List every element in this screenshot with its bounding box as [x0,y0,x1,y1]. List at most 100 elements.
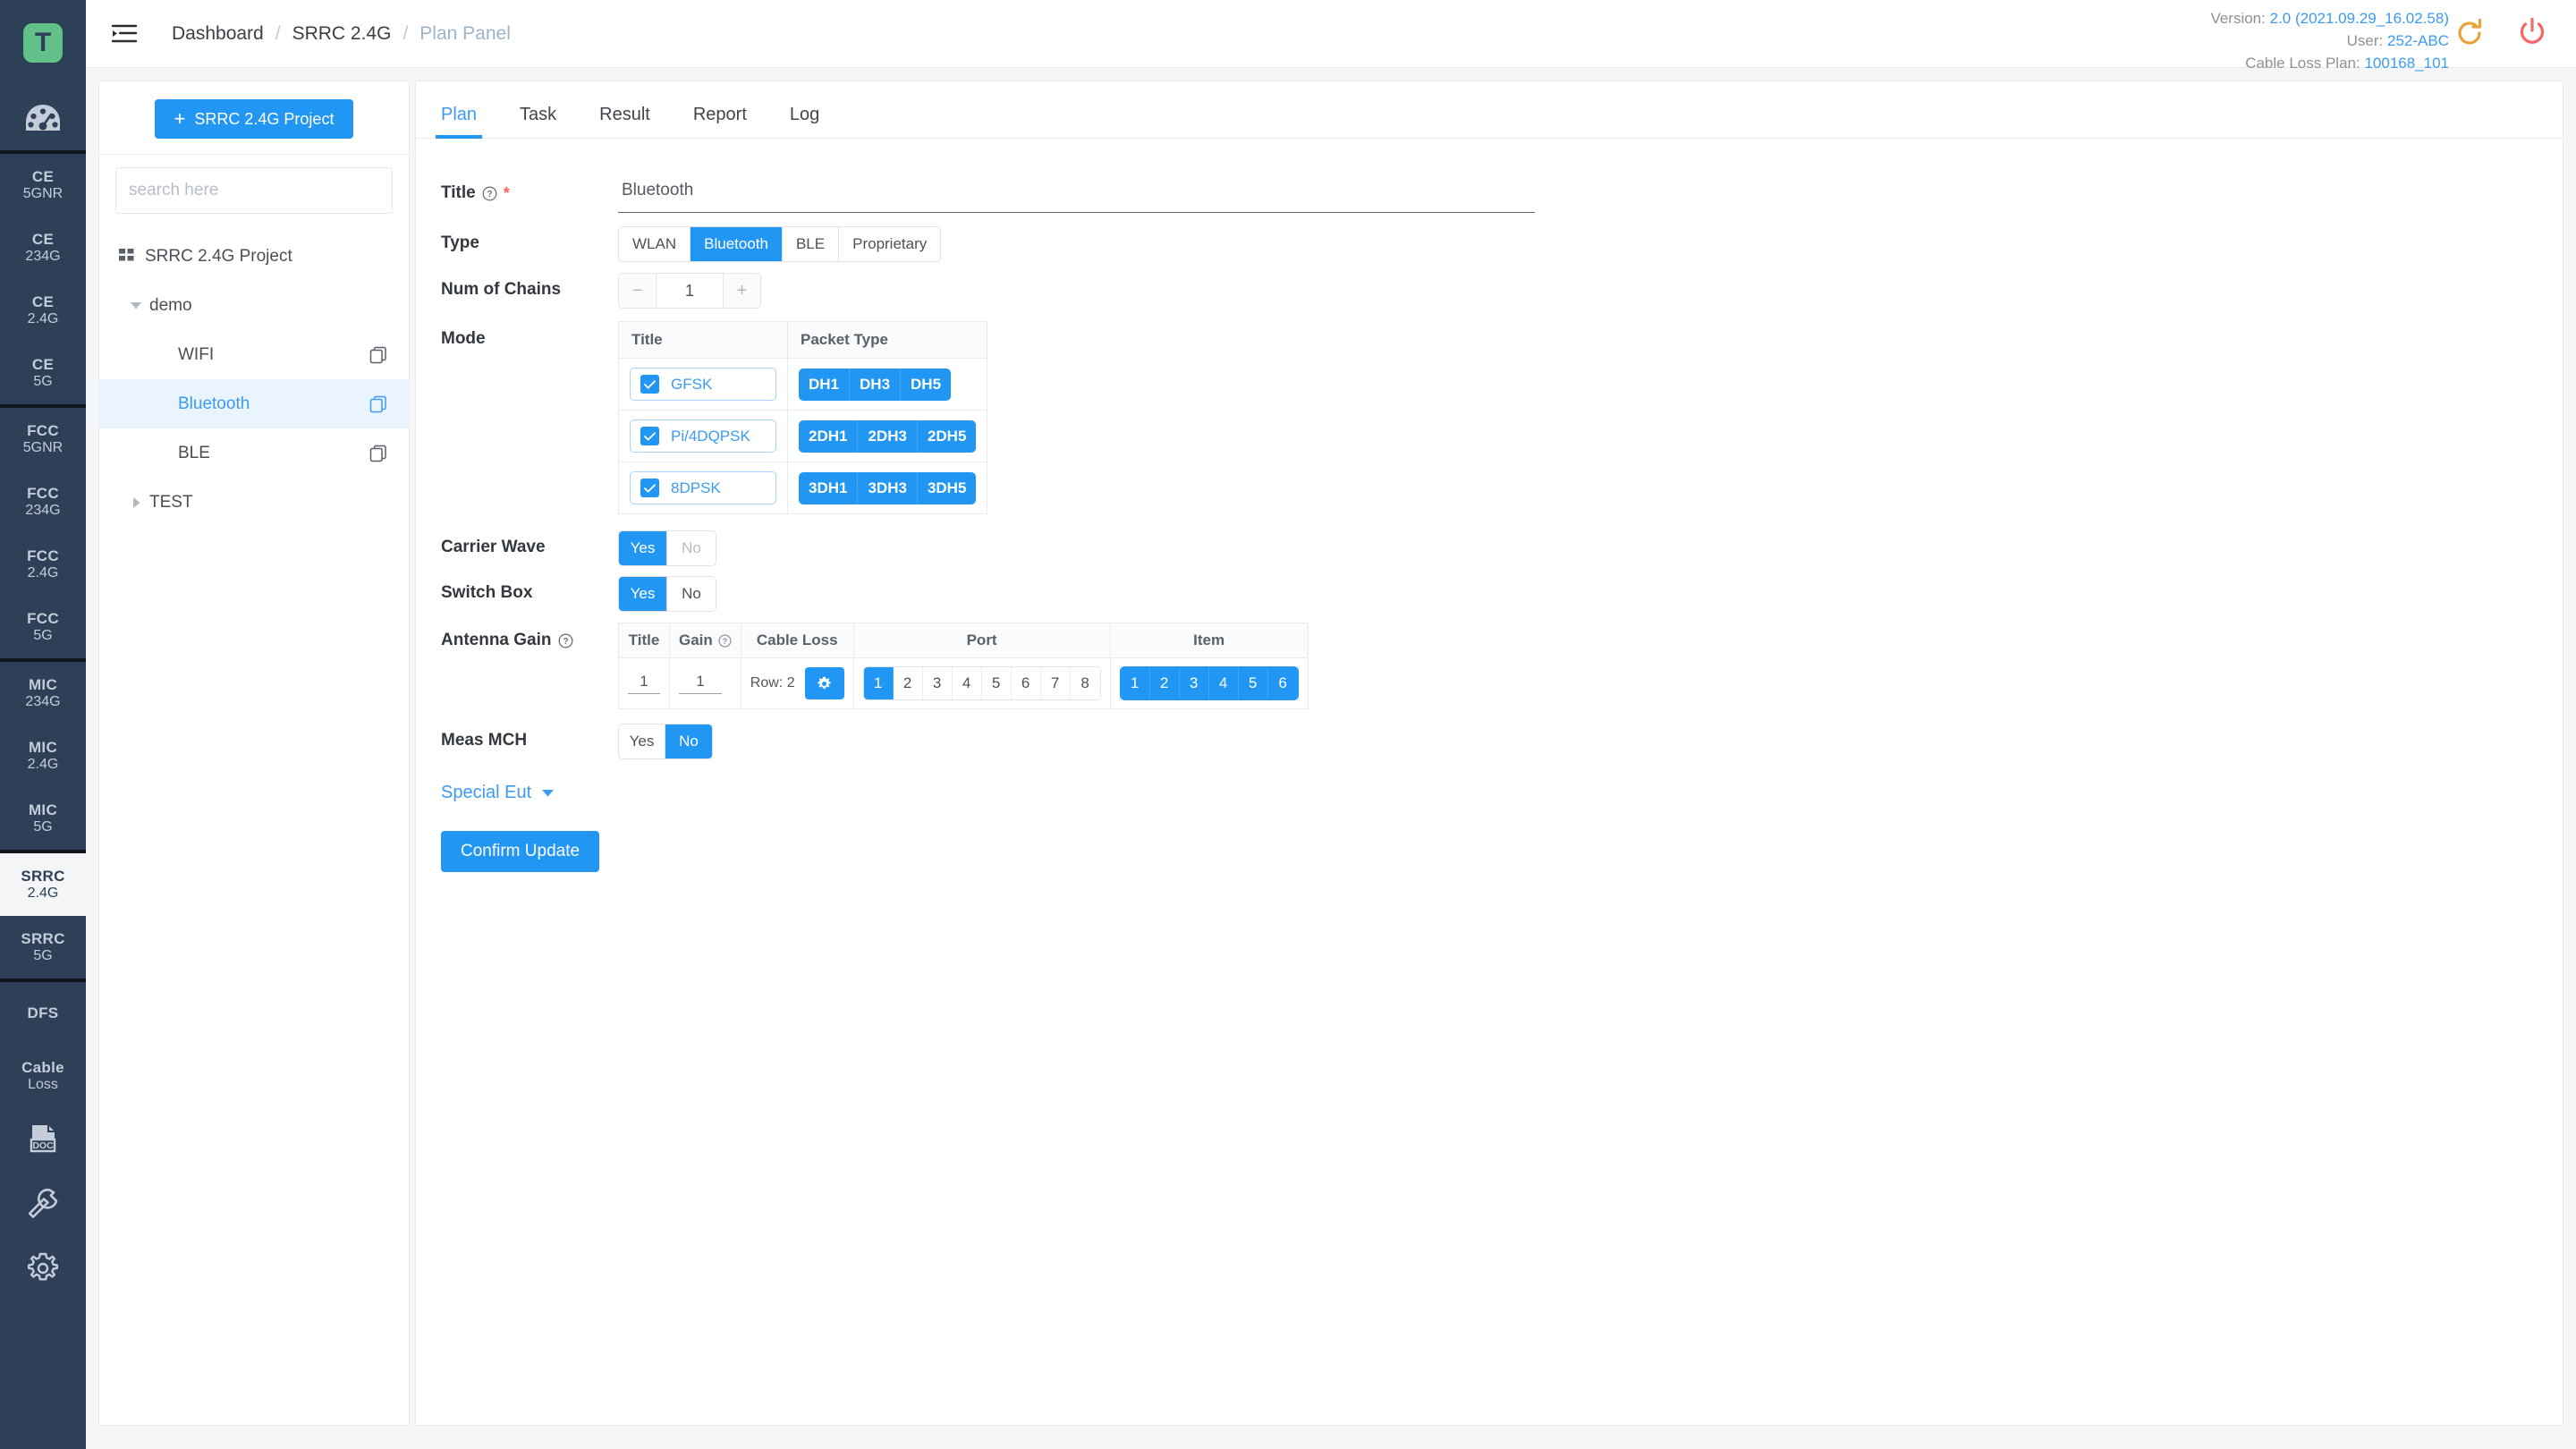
item-option[interactable]: 1 [1120,667,1150,699]
body-region: + SRRC 2.4G Project search here SRRC 2.4… [86,68,2576,1449]
new-project-button[interactable]: + SRRC 2.4G Project [154,99,354,139]
tab-log[interactable]: Log [790,105,819,138]
copy-icon[interactable] [369,395,387,413]
menu-toggle-icon[interactable] [109,19,140,49]
refresh-icon[interactable] [2449,13,2490,54]
chevron-down-icon[interactable] [126,301,146,310]
rail-item-ce-5gnr[interactable]: CE 5GNR [0,154,86,216]
help-icon[interactable]: ? [718,633,732,648]
title-input[interactable] [618,174,1535,213]
packet-pill[interactable]: 2DH5 [917,419,977,453]
rail-item-dfs[interactable]: DFS [0,982,86,1045]
packet-pill[interactable]: 3DH1 [799,471,859,504]
rail-item-ce-5g[interactable]: CE 5G [0,342,86,404]
item-option[interactable]: 2 [1149,667,1180,699]
tab-result[interactable]: Result [599,105,650,138]
wrench-icon[interactable] [0,1172,86,1236]
meas-mch-no[interactable]: No [665,724,712,758]
item-option[interactable]: 3 [1179,667,1209,699]
checkbox-checked-icon [640,375,659,394]
mode-checkbox-8dpsk[interactable]: 8DPSK [630,471,776,504]
tab-task[interactable]: Task [520,105,556,138]
rail-item-fcc-234g[interactable]: FCC 234G [0,470,86,533]
tree-item-wifi[interactable]: WIFI [99,330,409,379]
type-option-wlan[interactable]: WLAN [619,227,691,261]
carrier-wave-yes[interactable]: Yes [619,531,667,565]
rail-item-fcc-5g[interactable]: FCC 5G [0,596,86,658]
field-mode: Mode Title Packet Type GFSK DH1 DH3 DH5 … [416,321,2563,514]
rail-item-srrc-24g[interactable]: SRRC 2.4G [0,853,86,916]
rail-item-line2: 5G [33,627,53,643]
mode-checkbox-gfsk[interactable]: GFSK [630,368,776,401]
port-option[interactable]: 6 [1011,667,1041,699]
port-option[interactable]: 3 [922,667,953,699]
item-option[interactable]: 5 [1238,667,1268,699]
tree-group-demo[interactable]: demo [99,281,409,330]
tab-report[interactable]: Report [693,105,747,138]
rail-item-ce-234g[interactable]: CE 234G [0,216,86,279]
carrier-wave-no[interactable]: No [667,531,716,565]
port-option[interactable]: 8 [1070,667,1100,699]
tab-plan[interactable]: Plan [435,105,483,139]
antenna-title-input[interactable] [628,673,660,694]
packet-pill[interactable]: DH5 [901,368,952,401]
packet-pill[interactable]: DH1 [799,368,851,401]
port-option[interactable]: 7 [1040,667,1071,699]
packet-pill[interactable]: 3DH3 [858,471,918,504]
rail-item-mic-5g[interactable]: MIC 5G [0,787,86,850]
tree-group-test[interactable]: TEST [99,478,409,527]
search-input[interactable] [115,167,393,214]
port-option[interactable]: 2 [893,667,923,699]
type-option-proprietary[interactable]: Proprietary [839,227,941,261]
rail-item-ce-24g[interactable]: CE 2.4G [0,279,86,342]
mode-checkbox-pi4dqpsk[interactable]: Pi/4DQPSK [630,419,776,453]
help-icon[interactable]: ? [558,633,573,648]
rail-item-mic-24g[interactable]: MIC 2.4G [0,724,86,787]
rail-item-fcc-5gnr[interactable]: FCC 5GNR [0,408,86,470]
rail-item-fcc-24g[interactable]: FCC 2.4G [0,533,86,596]
tree-item-bluetooth[interactable]: Bluetooth [99,379,409,428]
stepper-decrement-button[interactable]: − [619,274,657,308]
packet-pill[interactable]: 3DH5 [917,471,977,504]
confirm-update-button[interactable]: Confirm Update [441,831,600,872]
mode-cell-title: Pi/4DQPSK [618,410,788,462]
rail-item-cable-loss[interactable]: Cable Loss [0,1045,86,1107]
antenna-gain-input[interactable] [679,673,722,694]
rail-item-mic-234g[interactable]: MIC 234G [0,662,86,724]
svg-text:?: ? [487,190,492,199]
packet-type-group-pi4dqpsk: 2DH1 2DH3 2DH5 [799,419,977,453]
port-option[interactable]: 5 [981,667,1012,699]
breadcrumb-dashboard[interactable]: Dashboard [172,23,264,45]
rail-item-srrc-5g[interactable]: SRRC 5G [0,916,86,979]
tree-root-node[interactable]: SRRC 2.4G Project [99,232,409,281]
help-icon[interactable]: ? [482,186,497,201]
cable-loss-settings-button[interactable] [804,667,844,699]
type-option-ble[interactable]: BLE [782,227,840,261]
port-option[interactable]: 4 [952,667,982,699]
app-logo[interactable]: T [0,0,86,86]
tree-item-ble[interactable]: BLE [99,428,409,478]
stepper-increment-button[interactable]: + [723,274,760,308]
meas-mch-yes[interactable]: Yes [619,724,665,758]
doc-icon[interactable]: DOC [0,1107,86,1172]
item-option[interactable]: 4 [1208,667,1239,699]
type-option-bluetooth[interactable]: Bluetooth [691,227,783,261]
stepper-value[interactable]: 1 [657,274,723,308]
rail-item-line1: DFS [27,1004,59,1022]
breadcrumb-srrc-24g[interactable]: SRRC 2.4G [292,23,392,45]
chevron-right-icon[interactable] [126,496,146,509]
ag-col-gain-text: Gain [679,631,713,648]
packet-pill[interactable]: 2DH1 [799,419,859,453]
power-icon[interactable] [2512,13,2553,54]
special-eut-toggle[interactable]: Special Eut [441,783,555,803]
switch-box-no[interactable]: No [667,577,716,611]
switch-box-yes[interactable]: Yes [619,577,667,611]
copy-icon[interactable] [369,445,387,462]
item-option[interactable]: 6 [1267,667,1298,699]
port-option[interactable]: 1 [863,667,894,699]
copy-icon[interactable] [369,346,387,364]
packet-pill[interactable]: 2DH3 [858,419,918,453]
gear-icon[interactable] [0,1236,86,1301]
packet-pill[interactable]: DH3 [850,368,902,401]
dashboard-icon[interactable] [0,86,86,150]
